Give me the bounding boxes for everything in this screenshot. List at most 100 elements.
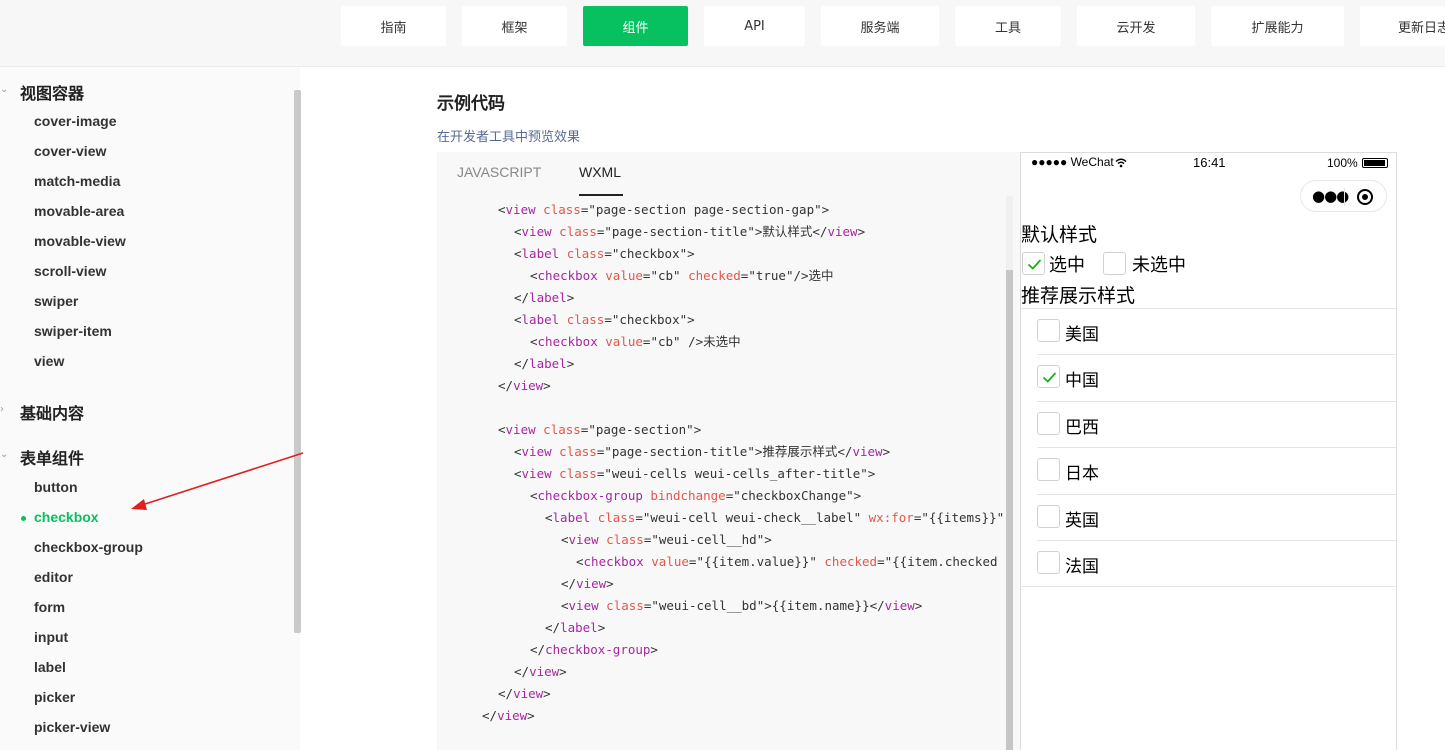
country-checkbox[interactable] xyxy=(1037,551,1060,574)
default-style-title: 默认样式 xyxy=(1021,224,1098,246)
country-checkbox[interactable] xyxy=(1037,365,1060,389)
sidebar-item-movable-area[interactable]: movable-area xyxy=(34,203,124,219)
sidebar-item-scroll-view[interactable]: scroll-view xyxy=(34,263,106,279)
code-line: <label class="checkbox"> xyxy=(514,246,695,261)
sidebar-item-label[interactable]: label xyxy=(34,659,66,675)
sidebar-group-0[interactable]: 视图容器 xyxy=(20,80,84,104)
country-label: 巴西 xyxy=(1065,417,1099,438)
code-tab-wxml[interactable]: WXML xyxy=(579,164,621,180)
nav-tab-changelog[interactable]: 更新日志 xyxy=(1360,6,1445,46)
close-target-icon[interactable] xyxy=(1357,189,1373,205)
cell-divider xyxy=(1021,308,1396,309)
sidebar-item-button[interactable]: button xyxy=(34,479,78,495)
code-line: </view> xyxy=(561,576,614,591)
clock: 16:41 xyxy=(1193,155,1226,170)
preview-link[interactable]: 在开发者工具中预览效果 xyxy=(437,126,580,145)
sidebar-item-picker-view[interactable]: picker-view xyxy=(34,719,110,735)
battery-label: 100% xyxy=(1327,156,1358,170)
code-line: </view> xyxy=(498,378,551,393)
top-nav: 指南 框架 组件 API 服务端 工具 云开发 扩展能力 更新日志 xyxy=(0,0,1445,67)
battery-icon xyxy=(1362,158,1388,168)
active-item-dot xyxy=(21,516,26,521)
wifi-icon xyxy=(1115,158,1127,168)
code-line: <view class="page-section-title">默认样式</v… xyxy=(514,224,866,239)
code-line: <view class="page-section"> xyxy=(498,422,702,437)
nav-tab-tools[interactable]: 工具 xyxy=(955,6,1061,46)
carrier-label: ●●●●● WeChat xyxy=(1031,155,1114,169)
nav-tab-server[interactable]: 服务端 xyxy=(821,6,939,46)
sidebar-item-checkbox[interactable]: checkbox xyxy=(34,509,99,525)
code-line: </label> xyxy=(514,356,575,371)
checkbox-default-unchecked[interactable] xyxy=(1103,252,1126,275)
nav-tab-extensions[interactable]: 扩展能力 xyxy=(1211,6,1344,46)
code-line: <view class="weui-cells weui-cells_after… xyxy=(514,466,876,481)
nav-tab-framework[interactable]: 框架 xyxy=(462,6,567,46)
cell-divider xyxy=(1037,493,1396,495)
code-line: <view class="weui-cell__hd"> xyxy=(561,532,772,547)
country-label: 中国 xyxy=(1065,371,1099,392)
code-line: <view class="page-section page-section-g… xyxy=(498,202,830,217)
sidebar-item-picker[interactable]: picker xyxy=(34,689,75,705)
nav-tab-cloud[interactable]: 云开发 xyxy=(1077,6,1195,46)
country-label: 日本 xyxy=(1065,464,1099,485)
code-line: <view class="page-section-title">推荐展示样式<… xyxy=(514,444,891,459)
chevron-down-icon[interactable]: ⌄ xyxy=(0,449,8,460)
country-checkbox[interactable] xyxy=(1037,458,1060,482)
code-line: </label> xyxy=(545,620,606,635)
status-bar: ●●●●● WeChat 16:41 100% xyxy=(1021,153,1396,173)
code-line: <checkbox value="{{item.value}}" checked… xyxy=(576,554,998,569)
code-line: </view> xyxy=(514,664,567,679)
country-label: 法国 xyxy=(1065,557,1099,577)
country-label: 英国 xyxy=(1065,510,1099,531)
cell-divider xyxy=(1037,540,1396,541)
code-line: <label class="checkbox"> xyxy=(514,312,695,327)
chevron-right-icon[interactable]: › xyxy=(0,404,4,415)
cell-divider xyxy=(1037,400,1396,402)
sidebar-item-swiper-item[interactable]: swiper-item xyxy=(34,323,112,339)
nav-tab-guide[interactable]: 指南 xyxy=(341,6,446,46)
country-checkbox[interactable] xyxy=(1037,411,1060,435)
code-line: <label class="weui-cell weui-check__labe… xyxy=(545,510,1005,525)
checkmark-icon xyxy=(1042,372,1057,384)
sidebar-item-movable-view[interactable]: movable-view xyxy=(34,233,126,249)
code-line: <checkbox-group bindchange="checkboxChan… xyxy=(530,488,862,503)
code-line: </checkbox-group> xyxy=(530,642,658,657)
cell-divider xyxy=(1037,354,1396,356)
checkbox-label-checked: 选中 xyxy=(1049,255,1085,276)
more-dots-icon[interactable]: ●●● xyxy=(1312,187,1349,205)
page-title: 示例代码 xyxy=(437,94,505,114)
sidebar-item-view[interactable]: view xyxy=(34,353,64,369)
phone-preview: ●●●●● WeChat 16:41 100% ●●● 默认样式 选中 未选中 … xyxy=(1020,152,1397,750)
sidebar-item-match-media[interactable]: match-media xyxy=(34,173,120,189)
code-scrollbar-thumb[interactable] xyxy=(1006,270,1013,750)
sidebar-scrollbar[interactable] xyxy=(294,90,301,633)
sidebar-item-cover-image[interactable]: cover-image xyxy=(34,113,116,129)
checkmark-icon xyxy=(1027,259,1042,270)
code-line: </view> xyxy=(482,708,535,723)
checkbox-default-checked[interactable] xyxy=(1022,252,1045,275)
chevron-down-icon[interactable]: ⌄ xyxy=(0,84,8,95)
sidebar-item-editor[interactable]: editor xyxy=(34,569,73,585)
capsule-divider xyxy=(1344,188,1345,206)
cell-divider xyxy=(1021,586,1396,588)
nav-tab-api[interactable]: API xyxy=(704,6,805,46)
sidebar-item-input[interactable]: input xyxy=(34,629,68,645)
sidebar-item-cover-view[interactable]: cover-view xyxy=(34,143,106,159)
cell-divider xyxy=(1037,447,1396,449)
code-line: <checkbox value="cb" />未选中 xyxy=(530,334,741,349)
sidebar-item-form[interactable]: form xyxy=(34,599,65,615)
sidebar-item-swiper[interactable]: swiper xyxy=(34,293,78,309)
sidebar-group-2[interactable]: 表单组件 xyxy=(20,445,84,469)
nav-tab-components[interactable]: 组件 xyxy=(583,6,688,46)
country-checkbox[interactable] xyxy=(1037,319,1060,342)
code-line: </label> xyxy=(514,290,575,305)
code-line: </view> xyxy=(498,686,551,701)
mini-program-capsule: ●●● xyxy=(1300,180,1387,212)
recommend-style-title: 推荐展示样式 xyxy=(1021,285,1136,307)
checkbox-label-unchecked: 未选中 xyxy=(1132,255,1186,276)
country-checkbox[interactable] xyxy=(1037,504,1060,528)
code-tab-javascript[interactable]: JAVASCRIPT xyxy=(457,164,541,180)
country-label: 美国 xyxy=(1065,325,1099,345)
sidebar-group-1[interactable]: 基础内容 xyxy=(20,400,84,424)
sidebar-item-checkbox-group[interactable]: checkbox-group xyxy=(34,539,143,555)
